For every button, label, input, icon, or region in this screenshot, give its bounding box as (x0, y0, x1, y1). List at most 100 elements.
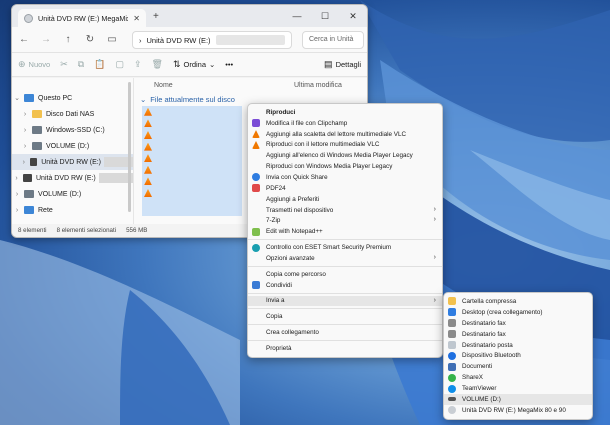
paste-icon[interactable]: 📋 (94, 59, 105, 70)
menu-item-properties[interactable]: Proprietà (248, 343, 442, 354)
nav-this-pc[interactable]: ⌄ Questo PC (12, 90, 133, 106)
menu-item-wmp-play[interactable]: Riproduci con Windows Media Player Legac… (248, 161, 442, 172)
file-row[interactable] (142, 129, 242, 141)
vlc-cone-icon (144, 165, 152, 174)
sendto-desktop[interactable]: Desktop (crea collegamento) (444, 307, 592, 318)
menu-item-vlc-play[interactable]: Riproduci con il lettore multimediale VL… (248, 140, 442, 151)
share-icon[interactable]: ⇪ (134, 59, 142, 70)
file-row[interactable] (142, 118, 242, 130)
context-menu: Riproduci Modifica il file con Clipchamp… (247, 103, 443, 358)
nav-scrollbar[interactable] (128, 82, 131, 212)
more-options-button[interactable]: ••• (225, 60, 233, 69)
menu-item-cast[interactable]: Trasmetti nel dispositivo › (248, 205, 442, 216)
menu-item-copy[interactable]: Copia (248, 311, 442, 322)
navigation-pane: ⌄ Questo PC › Disco Dati NAS › Windows-S… (12, 78, 134, 226)
menu-item-notepad[interactable]: Edit with Notepad++ (248, 226, 442, 237)
vlc-cone-icon (252, 140, 260, 149)
sort-button[interactable]: ⇅ Ordina ⌄ (173, 59, 215, 70)
sendto-sharex[interactable]: ShareX (444, 372, 592, 383)
chevron-right-icon: › (433, 205, 436, 213)
tab-dvd-drive[interactable]: Unità DVD RW (E:) MegaMix 8 ✕ (18, 9, 146, 27)
sendto-bluetooth[interactable]: Dispositivo Bluetooth (444, 350, 592, 361)
sendto-mail[interactable]: Destinatario posta (444, 340, 592, 351)
new-icon: ⊕ (18, 59, 26, 69)
nav-item-dvd-e[interactable]: › Unità DVD RW (E:) (12, 154, 133, 170)
nav-item-dvd-e-root[interactable]: › Unità DVD RW (E:) (12, 170, 133, 186)
up-arrow-icon[interactable]: ↑ (62, 34, 74, 45)
maximize-icon[interactable]: ☐ (311, 5, 339, 27)
rename-icon[interactable]: ▢ (115, 59, 124, 70)
file-row[interactable] (142, 106, 242, 118)
dvd-drive-icon (23, 174, 32, 182)
minimize-icon[interactable]: — (283, 5, 311, 27)
breadcrumb-current[interactable]: Unità DVD RW (E:) (147, 36, 211, 45)
chevron-right-icon[interactable]: › (20, 127, 30, 134)
menu-item-add-favorites[interactable]: Aggiungi a Preferiti (248, 194, 442, 205)
nav-item-network[interactable]: › Rete (12, 202, 133, 218)
menu-item-clipchamp[interactable]: Modifica il file con Clipchamp (248, 118, 442, 129)
column-modified[interactable]: Ultima modifica (294, 82, 342, 89)
nav-item-nas[interactable]: › Disco Dati NAS (12, 106, 133, 122)
clipchamp-icon (252, 119, 260, 128)
drive-icon (32, 126, 42, 134)
back-arrow-icon[interactable]: ← (18, 34, 30, 45)
menu-item-play[interactable]: Riproduci (248, 107, 442, 118)
copy-icon[interactable]: ⧉ (78, 59, 84, 70)
bluetooth-icon (448, 351, 456, 360)
menu-item-advanced-options[interactable]: Opzioni avanzate › (248, 253, 442, 264)
nav-item-windows-ssd[interactable]: › Windows-SSD (C:) (12, 122, 133, 138)
sharex-icon (448, 373, 456, 382)
nav-item-volume-d-root[interactable]: › VOLUME (D:) (12, 186, 133, 202)
sendto-teamviewer[interactable]: TeamViewer (444, 383, 592, 394)
menu-item-copy-path[interactable]: Copia come percorso (248, 269, 442, 280)
file-row[interactable] (142, 152, 242, 164)
delete-icon[interactable]: 🗑 (152, 59, 163, 70)
redacted-label (215, 35, 285, 45)
sendto-documents[interactable]: Documenti (444, 361, 592, 372)
menu-item-quick-share[interactable]: Invia con Quick Share (248, 172, 442, 183)
menu-item-create-shortcut[interactable]: Crea collegamento (248, 327, 442, 338)
search-input[interactable]: Cerca in Unità (302, 31, 364, 49)
chevron-down-icon[interactable]: ⌄ (12, 94, 22, 102)
new-button[interactable]: ⊕ Nuovo (18, 59, 50, 70)
forward-arrow-icon[interactable]: → (40, 34, 52, 45)
column-name[interactable]: Nome (154, 82, 294, 89)
sendto-compressed-folder[interactable]: Cartella compressa (444, 296, 592, 307)
file-row[interactable] (142, 141, 242, 153)
status-count: 8 elementi (18, 227, 47, 234)
sendto-fax-1[interactable]: Destinatario fax (444, 318, 592, 329)
menu-item-send-to[interactable]: Invia a › (248, 295, 442, 307)
menu-item-share[interactable]: Condividi (248, 280, 442, 291)
close-tab-icon[interactable]: ✕ (133, 14, 140, 23)
menu-item-pdf24[interactable]: PDF24 (248, 183, 442, 194)
selected-files[interactable] (142, 106, 242, 216)
notepad-plus-icon (252, 227, 260, 236)
menu-item-wmp-add[interactable]: Aggiungi all'elenco di Windows Media Pla… (248, 150, 442, 161)
file-row[interactable] (142, 187, 242, 199)
sendto-dvd-e[interactable]: Unità DVD RW (E:) MegaMix 80 e 90 (444, 405, 592, 416)
menu-item-vlc-enqueue[interactable]: Aggiungi alla scaletta del lettore multi… (248, 129, 442, 140)
sendto-volume-d[interactable]: VOLUME (D:) (444, 394, 592, 405)
nav-item-volume-d[interactable]: › VOLUME (D:) (12, 138, 133, 154)
vlc-cone-icon (252, 130, 260, 139)
file-row[interactable] (142, 176, 242, 188)
refresh-icon[interactable]: ↻ (84, 34, 96, 45)
cut-icon[interactable]: ✂ (60, 59, 68, 70)
close-window-icon[interactable]: ✕ (339, 5, 367, 27)
chevron-right-icon[interactable]: › (20, 143, 30, 150)
chevron-right-icon[interactable]: › (12, 207, 22, 214)
chevron-right-icon[interactable]: › (12, 191, 22, 198)
vlc-cone-icon (144, 119, 152, 128)
menu-item-eset[interactable]: Controllo con ESET Smart Security Premiu… (248, 242, 442, 253)
dvd-drive-icon (29, 158, 38, 166)
menu-item-7zip[interactable]: 7-Zip › (248, 215, 442, 226)
chevron-right-icon[interactable]: › (20, 111, 30, 118)
details-button[interactable]: ▤ Dettagli (324, 59, 361, 70)
file-row[interactable] (142, 164, 242, 176)
new-tab-icon[interactable]: + (153, 11, 159, 22)
address-bar[interactable]: › Unità DVD RW (E:) (132, 31, 292, 49)
monitor-icon[interactable]: ▭ (106, 34, 118, 45)
chevron-right-icon[interactable]: › (20, 159, 28, 166)
chevron-right-icon[interactable]: › (12, 175, 21, 182)
sendto-fax-2[interactable]: Destinatario fax (444, 329, 592, 340)
